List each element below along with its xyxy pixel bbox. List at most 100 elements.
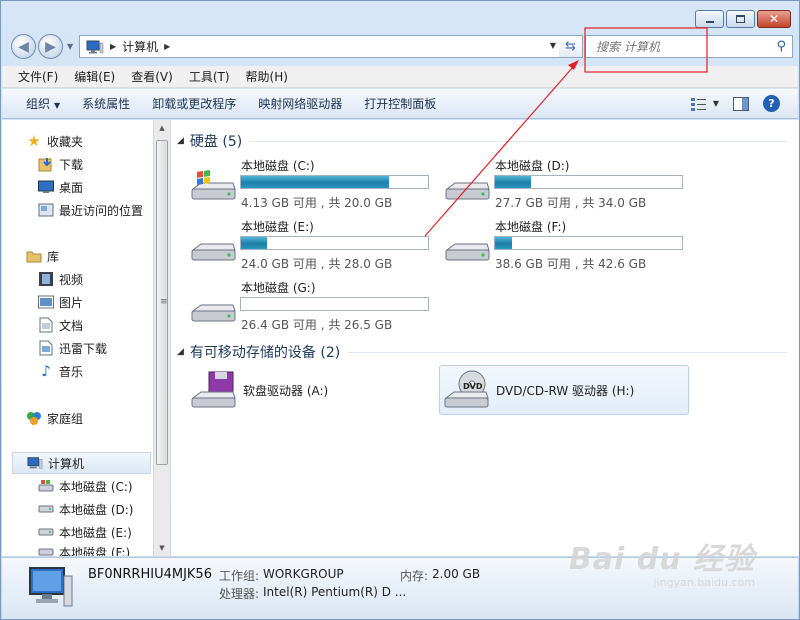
drive-size: 26.4 GB 可用 , 共 26.5 GB	[241, 318, 393, 332]
scroll-thumb[interactable]: ≡	[156, 140, 168, 465]
menu-help[interactable]: 帮助(H)	[246, 68, 288, 85]
open-control-panel-button[interactable]: 打开控制面板	[364, 95, 436, 112]
maximize-button[interactable]	[726, 10, 755, 28]
refresh-button[interactable]: ⇆	[559, 35, 583, 58]
group-divider	[250, 140, 787, 142]
workgroup-label: 工作组:	[219, 569, 260, 583]
drive-g[interactable]: 本地磁盘 (G:) 26.4 GB 可用 , 共 26.5 GB	[171, 279, 429, 335]
nav-libraries-label: 库	[47, 249, 60, 264]
desktop-icon	[38, 179, 54, 195]
memory-value: 2.00 GB	[432, 567, 481, 581]
search-box[interactable]: ⚲	[585, 35, 793, 58]
forward-button[interactable]: ▶	[38, 34, 63, 59]
organize-button[interactable]: 组织 ▼	[26, 95, 60, 112]
workgroup-value: WORKGROUP	[263, 567, 344, 581]
view-options-dropdown[interactable]: ▼	[713, 99, 719, 108]
back-button[interactable]: ◀	[11, 34, 36, 59]
nav-pictures-label: 图片	[59, 295, 84, 310]
floppy-drive-icon	[191, 371, 236, 408]
drive-c[interactable]: 本地磁盘 (C:) 4.13 GB 可用 , 共 20.0 GB	[171, 157, 429, 213]
library-icon	[26, 248, 42, 264]
drive-f[interactable]: 本地磁盘 (F:) 38.6 GB 可用 , 共 42.6 GB	[425, 218, 683, 274]
cpu-label: 处理器:	[219, 587, 260, 601]
drive-name: 本地磁盘 (D:)	[495, 159, 570, 173]
dvd-drive-icon: DVD	[444, 370, 489, 408]
nav-music-label: 音乐	[59, 364, 84, 379]
floppy-drive-label: 软盘驱动器 (A:)	[243, 383, 329, 398]
floppy-drive[interactable]: 软盘驱动器 (A:)	[189, 365, 429, 415]
chevron-down-icon[interactable]: ▼	[550, 41, 556, 50]
hard-disks-group-header[interactable]: ◢ 硬盘 (5)	[177, 131, 787, 151]
navigation-pane: ★ 收藏夹 下载 桌面 最近访问的位置 库 视频 图片 文档 迅雷下载 ♪ 音乐…	[2, 120, 170, 556]
usage-fill	[495, 176, 531, 188]
video-icon	[38, 271, 54, 287]
drive-name: 本地磁盘 (G:)	[241, 281, 316, 295]
drive-size: 27.7 GB 可用 , 共 34.0 GB	[495, 196, 647, 210]
drive-e[interactable]: 本地磁盘 (E:) 24.0 GB 可用 , 共 28.0 GB	[171, 218, 429, 274]
drive-icon	[191, 243, 236, 261]
drive-size: 4.13 GB 可用 , 共 20.0 GB	[241, 196, 393, 210]
computer-icon	[86, 40, 104, 53]
download-folder-icon	[38, 340, 54, 356]
content-area: ◢ 硬盘 (5) 本地磁盘 (C:) 4.13 GB 可用 , 共 20.0 G…	[171, 120, 799, 556]
drive-icon	[38, 501, 54, 517]
search-icon[interactable]: ⚲	[776, 39, 786, 54]
star-icon: ★	[27, 132, 41, 150]
homegroup-icon	[26, 410, 42, 426]
caption-buttons: ✕	[695, 10, 791, 28]
collapse-icon[interactable]: ◢	[177, 136, 184, 146]
watermark-brand: Bai du 经验	[568, 542, 755, 577]
nav-videos-label: 视频	[59, 272, 84, 287]
drive-usage-bar	[240, 236, 429, 250]
computer-icon	[29, 567, 73, 607]
preview-pane-icon[interactable]	[733, 96, 749, 111]
system-properties-button[interactable]: 系统属性	[82, 95, 130, 112]
drive-name: 本地磁盘 (C:)	[241, 159, 315, 173]
nav-favorites-label: 收藏夹	[47, 134, 84, 149]
menu-view[interactable]: 查看(V)	[131, 68, 173, 85]
nav-computer-label: 计算机	[48, 456, 85, 471]
nav-downloads-label: 下载	[59, 157, 84, 172]
nav-desktop-label: 桌面	[59, 180, 84, 195]
drive-size: 24.0 GB 可用 , 共 28.0 GB	[241, 257, 393, 271]
minimize-button[interactable]	[695, 10, 724, 28]
map-network-drive-button[interactable]: 映射网络驱动器	[258, 95, 342, 112]
nav-computer[interactable]: 计算机	[12, 452, 151, 474]
system-drive-icon	[38, 478, 54, 494]
drive-icon	[191, 304, 236, 322]
nav-drive-e-label: 本地磁盘 (E:)	[59, 525, 132, 540]
removable-group-header[interactable]: ◢ 有可移动存储的设备 (2)	[177, 342, 787, 362]
menu-file[interactable]: 文件(F)	[18, 68, 58, 85]
address-bar[interactable]: ▶ 计算机 ▶ ▼	[79, 35, 561, 58]
refresh-icon: ⇆	[565, 39, 576, 54]
nav-scrollbar[interactable]: ▲ ≡ ▼	[153, 120, 170, 556]
recent-pages-dropdown[interactable]: ▼	[67, 42, 73, 51]
recent-places-icon	[38, 202, 54, 218]
chevron-right-icon[interactable]: ▶	[164, 42, 170, 51]
uninstall-program-button[interactable]: 卸载或更改程序	[152, 95, 236, 112]
menu-edit[interactable]: 编辑(E)	[74, 68, 115, 85]
drive-icon	[38, 524, 54, 540]
search-input[interactable]	[586, 39, 766, 54]
drive-size: 38.6 GB 可用 , 共 42.6 GB	[495, 257, 647, 271]
drive-d[interactable]: 本地磁盘 (D:) 27.7 GB 可用 , 共 34.0 GB	[425, 157, 683, 213]
drive-name: 本地磁盘 (F:)	[495, 220, 567, 234]
change-view-icon[interactable]	[690, 97, 707, 111]
hard-disks-title: 硬盘 (5)	[189, 134, 243, 150]
baidu-watermark: Bai du 经验 jingyan.baidu.com	[569, 534, 755, 589]
removable-title: 有可移动存储的设备 (2)	[189, 345, 341, 361]
picture-icon	[38, 294, 54, 310]
scroll-up-icon[interactable]: ▲	[154, 120, 170, 136]
drive-icon	[38, 544, 54, 556]
usage-fill	[241, 237, 268, 249]
dvd-drive[interactable]: DVD DVD/CD-RW 驱动器 (H:)	[439, 365, 689, 415]
chevron-right-icon[interactable]: ▶	[110, 42, 116, 51]
menu-tools[interactable]: 工具(T)	[189, 68, 230, 85]
memory-label: 内存:	[400, 569, 429, 583]
collapse-icon[interactable]: ◢	[177, 347, 184, 357]
breadcrumb-computer[interactable]: 计算机	[122, 38, 158, 55]
help-icon[interactable]: ?	[763, 95, 780, 112]
scroll-down-icon[interactable]: ▼	[154, 540, 170, 556]
nav-drive-d-label: 本地磁盘 (D:)	[59, 502, 134, 517]
close-button[interactable]: ✕	[757, 10, 791, 28]
